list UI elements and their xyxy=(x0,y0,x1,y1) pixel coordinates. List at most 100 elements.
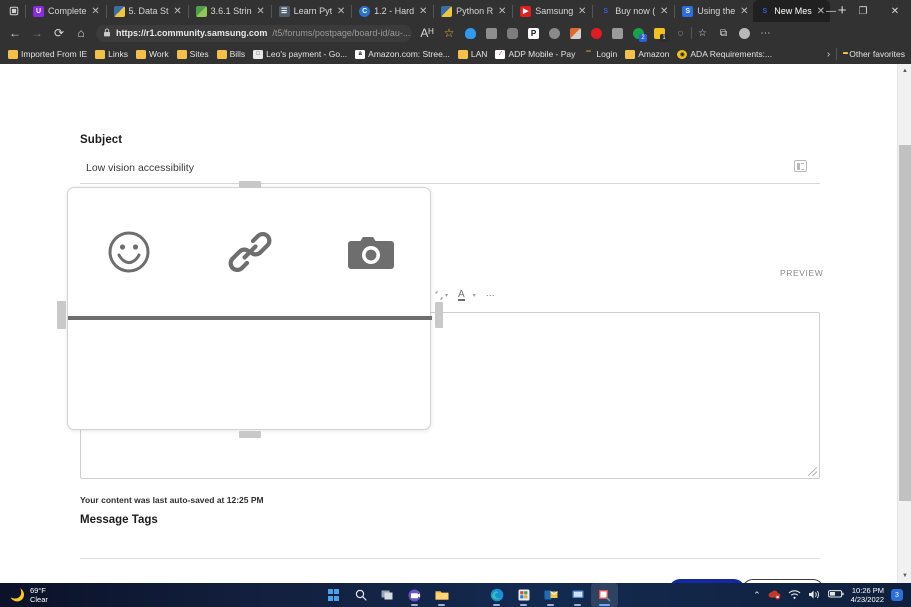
layout-panel-icon[interactable] xyxy=(794,160,807,172)
bookmark-item[interactable]: □ Leo's payment - Go... xyxy=(251,49,353,59)
onedrive-tray-icon[interactable] xyxy=(768,589,781,602)
opera-icon[interactable] xyxy=(586,23,607,43)
remote-desktop-button[interactable] xyxy=(564,583,591,607)
browser-tab[interactable]: S Using the ✕ xyxy=(676,0,753,22)
tab-close-icon[interactable]: ✕ xyxy=(173,6,183,17)
notification-badge[interactable]: 3 xyxy=(891,589,903,601)
back-icon[interactable]: ← xyxy=(4,23,26,43)
collections-icon[interactable] xyxy=(481,23,502,43)
bookmark-item[interactable]: ▔ Login xyxy=(581,49,623,59)
preview-button[interactable]: PREVIEW xyxy=(780,268,823,278)
read-aloud-icon[interactable]: Aᴴ xyxy=(416,23,438,43)
bookmark-item[interactable]: ◉ ADA Requirements:... xyxy=(675,49,778,59)
tab-close-icon[interactable]: ✕ xyxy=(659,6,669,17)
browser-tab[interactable]: 5. Data St ✕ xyxy=(108,0,187,22)
tab-actions-icon[interactable]: ⧉ xyxy=(713,23,734,43)
browser-tab[interactable]: S Buy now ( ✕ xyxy=(594,0,673,22)
insert-icon[interactable]: ▾ xyxy=(430,291,453,300)
favorites-icon[interactable]: ☆ xyxy=(692,23,713,43)
scroll-up-arrow-icon[interactable]: ▲ xyxy=(898,64,911,78)
forward-icon[interactable]: → xyxy=(26,23,48,43)
page-scrollbar[interactable]: ▲ ▼ xyxy=(897,64,911,583)
tab-close-icon[interactable]: ✕ xyxy=(418,6,428,17)
task-view-button[interactable] xyxy=(374,583,401,607)
onedrive-icon[interactable] xyxy=(460,23,481,43)
bookmark-item[interactable]: Sites xyxy=(175,49,215,59)
browser-essentials-icon[interactable] xyxy=(502,23,523,43)
emoji-smiley-icon[interactable] xyxy=(68,217,189,287)
store-button[interactable] xyxy=(510,583,537,607)
tab-close-icon[interactable]: ✕ xyxy=(91,6,101,17)
taskbar-clock[interactable]: 10:26 PM 4/23/2022 xyxy=(851,586,884,604)
pinterest-icon[interactable]: P xyxy=(523,23,544,43)
minimize-button[interactable]: — xyxy=(815,0,847,22)
reload-icon[interactable]: ⟳ xyxy=(48,23,70,43)
maximize-button[interactable]: ❐ xyxy=(847,0,879,22)
text-color-button[interactable]: A ▾ xyxy=(453,290,481,301)
show-hidden-icons-chevron-icon[interactable]: ⌃ xyxy=(753,590,761,601)
resize-handle[interactable] xyxy=(808,467,817,476)
bookmark-item[interactable]: Work xyxy=(134,49,175,59)
teams-button[interactable] xyxy=(401,583,428,607)
browser-tab[interactable]: ▶ Samsung ✕ xyxy=(514,0,591,22)
bookmark-item[interactable]: a Amazon.com: Stree... xyxy=(353,49,456,59)
browser-tab[interactable]: C 1.2 - Hard ✕ xyxy=(353,0,432,22)
tab-separator xyxy=(433,5,434,18)
file-explorer-button[interactable] xyxy=(428,583,455,607)
outlook-button[interactable] xyxy=(537,583,564,607)
home-icon[interactable]: ⌂ xyxy=(70,23,92,43)
address-bar[interactable]: https://r1.community.samsung.com/t5/foru… xyxy=(96,25,412,42)
favorite-star-icon[interactable]: ☆ xyxy=(438,23,460,43)
search-button[interactable] xyxy=(347,583,374,607)
browser-tab[interactable]: ☰ Learn Pyt ✕ xyxy=(273,0,351,22)
popup-scrollbar-thumb-right[interactable] xyxy=(435,302,443,328)
bookmark-item[interactable]: ∕ ADP Mobile - Pay xyxy=(493,49,581,59)
tab-close-icon[interactable]: ✕ xyxy=(336,6,346,17)
browser-tab[interactable]: U Complete ✕ xyxy=(27,0,105,22)
chevron-down-icon[interactable]: ▾ xyxy=(445,292,448,299)
battery-icon[interactable] xyxy=(828,589,844,601)
wifi-icon[interactable] xyxy=(788,589,801,602)
tab-close-icon[interactable]: ✕ xyxy=(577,6,587,17)
bookmark-item[interactable]: Links xyxy=(93,49,134,59)
subject-input[interactable]: Low vision accessibility xyxy=(80,160,820,184)
popup-grip-top[interactable] xyxy=(239,181,261,188)
link-icon[interactable] xyxy=(189,217,310,287)
tab-close-icon[interactable]: ✕ xyxy=(497,6,507,17)
more-options-icon[interactable]: ⋯ xyxy=(481,290,501,301)
snipping-tool-button[interactable] xyxy=(591,583,618,607)
popup-scrollbar-thumb-left[interactable] xyxy=(57,301,66,329)
clock-icon[interactable] xyxy=(544,23,565,43)
tab-close-icon[interactable]: ✕ xyxy=(256,6,266,17)
tab-favicon-samsung-icon: S xyxy=(600,6,611,17)
page-scrollbar-thumb[interactable] xyxy=(899,145,911,501)
bookmark-item[interactable]: Bills xyxy=(215,49,252,59)
google-photos-icon[interactable] xyxy=(565,23,586,43)
browser-tab[interactable]: 3.6.1 Strin ✕ xyxy=(190,0,270,22)
tab-close-icon[interactable]: ✕ xyxy=(739,6,749,17)
popup-grip-bottom[interactable] xyxy=(239,431,261,438)
bookmark-item[interactable]: Imported From IE xyxy=(6,49,93,59)
tab-search-icon[interactable] xyxy=(4,2,24,20)
extension-icon[interactable] xyxy=(607,23,628,43)
chevron-down-icon[interactable]: ▾ xyxy=(473,292,476,299)
split-screen-icon[interactable]: ◌ xyxy=(670,23,691,43)
bookmark-item[interactable]: LAN xyxy=(456,49,494,59)
settings-more-icon[interactable]: ⋯ xyxy=(755,23,776,43)
other-favorites-label[interactable]: Other favorites xyxy=(849,49,905,59)
profile-icon[interactable] xyxy=(734,23,755,43)
volume-icon[interactable] xyxy=(808,589,821,602)
start-button[interactable] xyxy=(320,583,347,607)
close-window-button[interactable]: ✕ xyxy=(879,0,911,22)
bookmarks-overflow-chevron-icon[interactable]: › xyxy=(827,49,830,60)
attachment-popup-panel[interactable] xyxy=(67,187,431,430)
scroll-down-arrow-icon[interactable]: ▼ xyxy=(898,569,911,583)
tab-separator xyxy=(25,5,26,18)
taskbar-weather-widget[interactable]: 🌙 69°F Clear xyxy=(0,586,48,604)
browser-tab[interactable]: Python R ✕ xyxy=(435,0,511,22)
grammarly-icon[interactable]: 2 xyxy=(628,23,649,43)
bookmark-item[interactable]: Amazon xyxy=(623,49,675,59)
notes-icon[interactable]: 1 xyxy=(649,23,670,43)
edge-button[interactable] xyxy=(483,583,510,607)
camera-icon[interactable] xyxy=(311,217,432,287)
